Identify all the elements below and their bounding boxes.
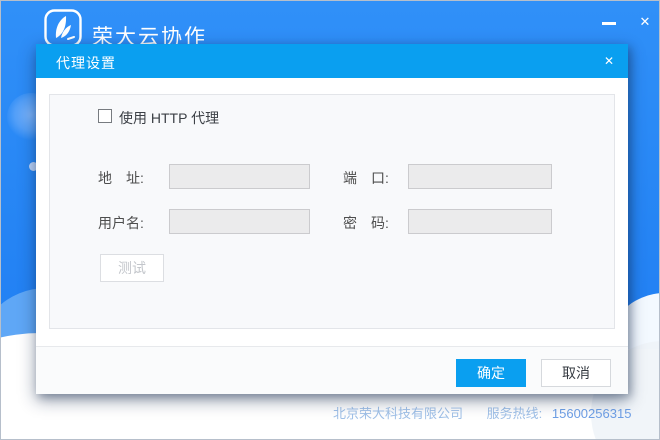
dialog-header: 代理设置 ✕: [36, 44, 628, 78]
hotline-label: 服务热线:: [486, 406, 543, 421]
proxy-settings-dialog: 代理设置 ✕ 使用 HTTP 代理 地 址: 端 口: 用户名: 密 码: 测试…: [36, 44, 628, 394]
username-label: 用户名:: [98, 215, 144, 231]
address-input[interactable]: [169, 164, 310, 189]
minimize-icon: [602, 22, 616, 25]
use-http-proxy-checkbox[interactable]: [98, 109, 112, 123]
app-window: 荣大云协作 ✕ 北京荣大科技有限公司 服务热线: 15600256315 代理设…: [0, 0, 660, 440]
address-label: 地 址:: [98, 170, 144, 186]
username-input[interactable]: [169, 209, 310, 234]
window-close-button[interactable]: ✕: [634, 11, 656, 33]
minimize-button[interactable]: [597, 11, 621, 35]
password-label: 密 码:: [343, 215, 389, 231]
dialog-close-button[interactable]: ✕: [598, 50, 620, 72]
dialog-footer: 确定 取消: [36, 346, 628, 394]
cancel-button[interactable]: 取消: [541, 359, 611, 387]
app-logo-icon: [44, 9, 82, 47]
hotline-number: 15600256315: [551, 406, 632, 421]
proxy-form-panel: 使用 HTTP 代理 地 址: 端 口: 用户名: 密 码: 测试: [49, 94, 615, 329]
password-input[interactable]: [408, 209, 552, 234]
ok-button[interactable]: 确定: [456, 359, 526, 387]
dialog-title: 代理设置: [56, 55, 116, 71]
company-name: 北京荣大科技有限公司: [333, 406, 464, 421]
status-bar: 北京荣大科技有限公司 服务热线: 15600256315: [333, 403, 631, 422]
test-button[interactable]: 测试: [100, 254, 164, 282]
port-label: 端 口:: [343, 170, 389, 186]
use-http-proxy-label: 使用 HTTP 代理: [119, 110, 220, 126]
port-input[interactable]: [408, 164, 552, 189]
